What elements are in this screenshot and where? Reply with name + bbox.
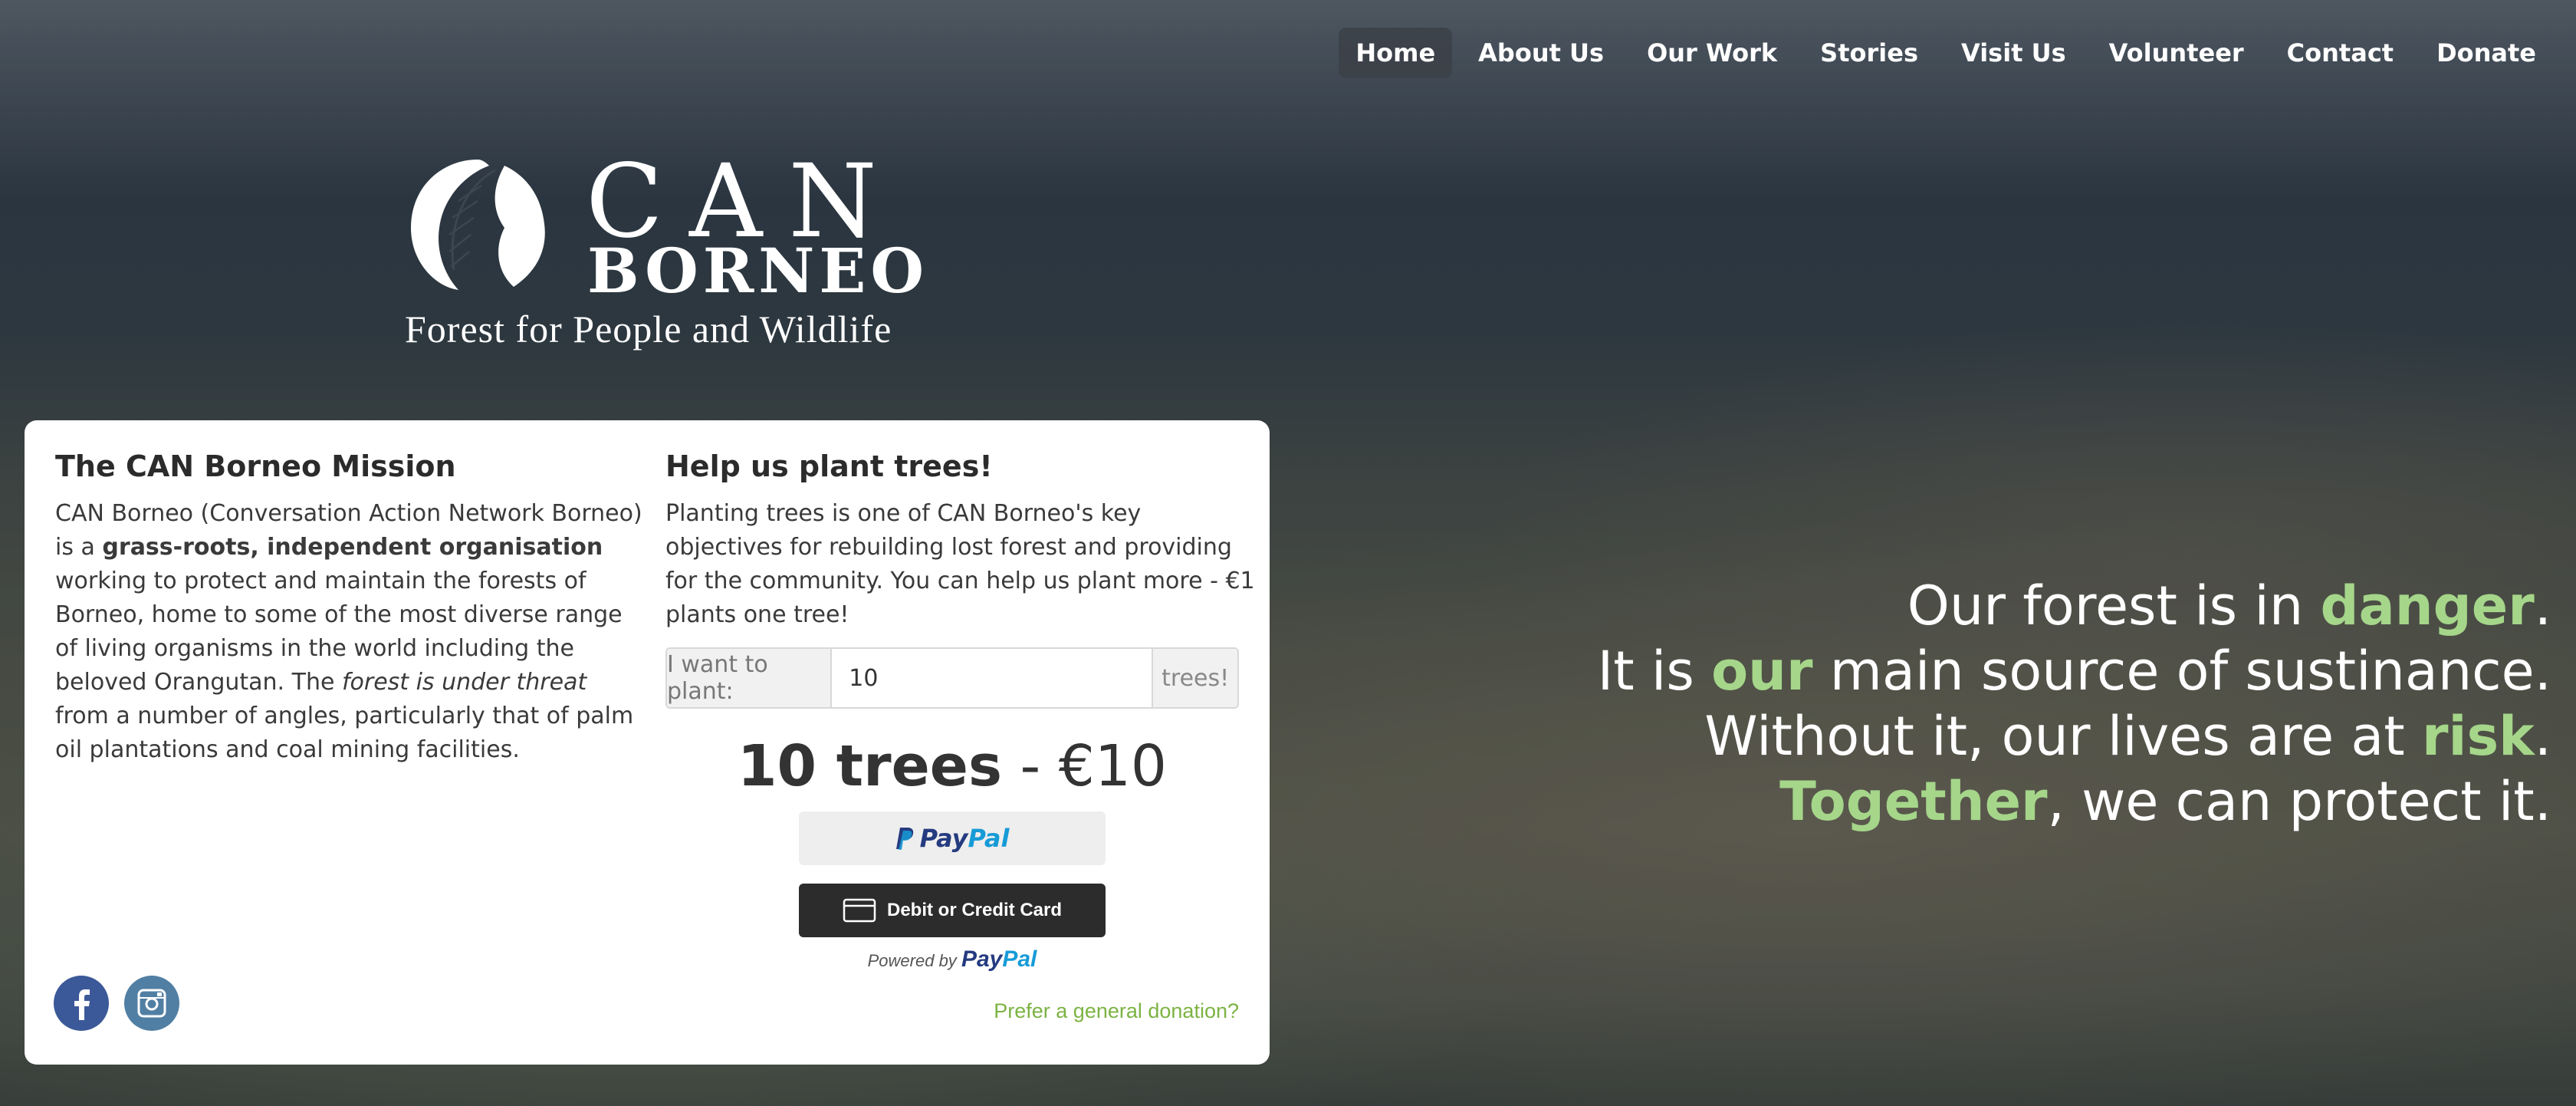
nav-volunteer[interactable]: Volunteer [2092, 28, 2261, 78]
slogan-1-b: . [2534, 574, 2551, 637]
nav-donate[interactable]: Donate [2420, 28, 2553, 78]
logo-borneo-text: BORNEO [587, 235, 929, 307]
credit-card-button-label: Debit or Credit Card [886, 900, 1063, 920]
total-trees: 10 trees [737, 733, 1003, 799]
site-logo[interactable]: CAN BORNEO Forest for People and Wildlif… [405, 151, 924, 359]
slogan-4-highlight: Together [1779, 770, 2048, 833]
slogan-1-highlight: danger [2320, 574, 2535, 637]
donation-total: 10 trees - €10 [665, 732, 1239, 801]
nav-stories[interactable]: Stories [1803, 28, 1935, 78]
tree-quantity-group: I want to plant: trees! [665, 647, 1239, 709]
slogan-2-a: It is [1597, 640, 1712, 703]
slogan-3-highlight: risk [2422, 705, 2535, 768]
slogan-1-a: Our forest is in [1907, 574, 2321, 637]
total-price: €10 [1058, 733, 1168, 799]
plant-trees-column: Help us plant trees! Planting trees is o… [665, 449, 1263, 973]
powered-by-pay: Pay [961, 946, 1003, 972]
nav-visit-us[interactable]: Visit Us [1944, 28, 2083, 78]
paypal-button[interactable]: Pay Pal [799, 811, 1106, 865]
paypal-button-pal: Pal [968, 824, 1010, 853]
instagram-icon [137, 989, 166, 1018]
mission-text-bold: grass-roots, independent organisation [102, 534, 603, 561]
mission-text: CAN Borneo (Conversation Action Network … [55, 497, 646, 767]
mission-column: The CAN Borneo Mission CAN Borneo (Conve… [55, 449, 646, 767]
total-separator: - [1002, 733, 1059, 799]
nav-our-work[interactable]: Our Work [1630, 28, 1794, 78]
powered-by-pal: Pal [1002, 946, 1037, 972]
mission-text-part-3: from a number of angles, particularly th… [55, 703, 634, 763]
facebook-icon [74, 989, 90, 1020]
plant-text: Planting trees is one of CAN Borneo's ke… [665, 500, 1255, 628]
slogan-2-b: main source of sustinance. [1812, 640, 2551, 703]
plant-title: Help us plant trees! [665, 449, 993, 483]
facebook-link[interactable] [54, 976, 109, 1031]
mission-text-italic: forest is under threat [341, 669, 587, 696]
instagram-link[interactable] [124, 976, 179, 1031]
slogan-line-3: Without it, our lives are at risk. [1598, 704, 2551, 769]
slogan-line-4: Together, we can protect it. [1598, 769, 2551, 834]
paypal-p-icon [895, 828, 913, 850]
tree-quantity-suffix: trees! [1152, 649, 1237, 707]
powered-by-paypal: Powered by PayPal [665, 946, 1239, 973]
slogan-3-b: . [2534, 705, 2551, 768]
nav-home[interactable]: Home [1339, 28, 1453, 78]
credit-card-icon [843, 898, 876, 923]
logo-tagline: Forest for People and Wildlife [405, 308, 892, 351]
general-donation-link[interactable]: Prefer a general donation? [994, 999, 1239, 1023]
credit-card-button[interactable]: Debit or Credit Card [799, 884, 1106, 937]
slogans: Our forest is in danger. It is our main … [1598, 574, 2551, 834]
slogan-line-1: Our forest is in danger. [1598, 574, 2551, 639]
nav-contact[interactable]: Contact [2270, 28, 2410, 78]
mission-card: The CAN Borneo Mission CAN Borneo (Conve… [25, 420, 1270, 1065]
tree-quantity-label: I want to plant: [667, 649, 833, 707]
tree-quantity-input[interactable] [832, 649, 1152, 707]
slogan-line-2: It is our main source of sustinance. [1598, 639, 2551, 704]
social-links [54, 976, 179, 1031]
slogan-4-b: , we can protect it. [2047, 770, 2551, 833]
paypal-button-pay: Pay [919, 824, 968, 853]
leaf-logo-icon [411, 160, 545, 290]
slogan-3-a: Without it, our lives are at [1704, 705, 2422, 768]
mission-title: The CAN Borneo Mission [55, 449, 456, 483]
powered-by-text: Powered by [867, 951, 957, 970]
main-nav: Home About Us Our Work Stories Visit Us … [1339, 28, 2553, 78]
slogan-2-highlight: our [1711, 640, 1813, 703]
nav-about-us[interactable]: About Us [1461, 28, 1621, 78]
